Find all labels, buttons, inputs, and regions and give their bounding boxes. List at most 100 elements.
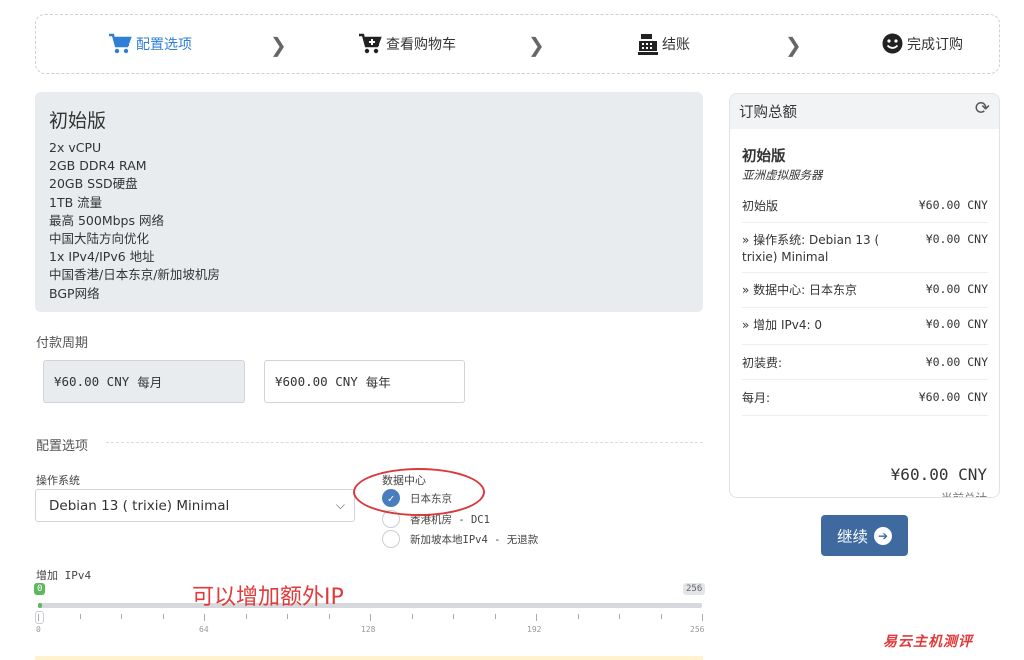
radio-label: 新加坡本地IPv4 - 无退款	[410, 533, 539, 546]
slider-tick	[204, 614, 205, 621]
chevron-right-icon: ❯	[785, 33, 802, 57]
row-divider	[742, 379, 988, 380]
step-view-cart[interactable]: 查看购物车	[358, 33, 456, 55]
section-divider	[106, 442, 703, 443]
row-divider	[742, 222, 988, 223]
summary-row-label: 初装费:	[742, 356, 783, 370]
tick-label: 192	[527, 625, 542, 634]
step-label: 配置选项	[136, 37, 192, 53]
slider-max-badge: 256	[683, 583, 706, 595]
slider-tick	[702, 614, 703, 621]
summary-row-value: ¥0.00 CNY	[925, 282, 988, 296]
slider-min-badge: 0	[34, 583, 46, 595]
slider-tick	[38, 614, 39, 621]
step-label: 完成订购	[907, 36, 963, 53]
datacenter-option-singapore[interactable]: 新加坡本地IPv4 - 无退款	[382, 530, 538, 548]
continue-label: 继续	[836, 527, 868, 546]
billing-price: ¥60.00 CNY	[54, 374, 130, 389]
slider-tick	[163, 614, 164, 619]
continue-button[interactable]: 继续 ➔	[821, 515, 908, 556]
billing-price: ¥600.00 CNY	[275, 374, 358, 389]
slider-tick	[287, 614, 288, 619]
tick-label: 256	[690, 625, 705, 634]
summary-row-label: » 增加 IPv4: 0	[742, 318, 822, 332]
summary-row-value: ¥60.00 CNY	[918, 390, 988, 404]
product-name: 初始版	[49, 110, 107, 132]
feature-item: 1TB 流量	[49, 194, 103, 210]
slider-tick	[578, 614, 579, 619]
step-complete[interactable]: 完成订购	[882, 33, 963, 54]
summary-product-name: 初始版	[742, 149, 786, 165]
feature-item: 1x IPv4/IPv6 地址	[49, 249, 155, 265]
summary-title: 订购总额	[739, 105, 797, 121]
feature-item: 20GB SSD硬盘	[49, 176, 138, 192]
row-divider	[742, 272, 988, 273]
summary-row-label: 初始版	[742, 199, 779, 213]
row-divider	[742, 415, 988, 416]
feature-item: BGP网络	[49, 285, 100, 301]
slider-tick	[121, 614, 122, 619]
ipv4-label: 增加 IPv4	[36, 569, 92, 582]
slider-tick	[412, 614, 413, 619]
feature-item: 2GB DDR4 RAM	[49, 158, 147, 174]
config-section-title: 配置选项	[36, 439, 89, 454]
slider-tick	[80, 614, 81, 619]
ipv4-slider-handle[interactable]	[35, 611, 44, 624]
billing-cycle-label: 付款周期	[36, 336, 89, 351]
slider-tick	[536, 614, 537, 621]
annotation-text: 可以增加额外IP	[192, 585, 344, 610]
total-label: 当前总计	[941, 491, 987, 498]
cash-register-icon	[638, 34, 658, 55]
ipv4-slider-fill	[38, 603, 42, 608]
product-card: 初始版 2x vCPU 2GB DDR4 RAM 20GB SSD硬盘 1TB …	[35, 92, 703, 312]
tick-label: 64	[199, 625, 209, 634]
feature-item: 中国大陆方向优化	[49, 231, 150, 247]
summary-row-value: ¥0.00 CNY	[925, 232, 988, 246]
notice-bar	[35, 656, 703, 660]
billing-option-monthly[interactable]: ¥60.00 CNY 每月	[43, 360, 245, 403]
step-label: 查看购物车	[386, 37, 456, 53]
cart-icon	[109, 33, 132, 54]
total-price: ¥60.00 CNY	[890, 465, 987, 484]
chevron-right-icon: ❯	[270, 33, 287, 57]
slider-tick	[246, 614, 247, 619]
step-checkout[interactable]: 结账	[638, 33, 690, 55]
feature-item: 最高 500Mbps 网络	[49, 212, 164, 228]
slider-tick	[329, 614, 330, 619]
watermark: 易云主机测评	[883, 634, 973, 650]
ipv4-slider-track[interactable]	[38, 603, 702, 608]
checkout-stepper: 配置选项 ❯ 查看购物车 ❯ 结账 ❯ 完成订购	[35, 14, 1000, 74]
slider-tick	[661, 614, 662, 619]
os-select-value: Debian 13 ( trixie) Minimal	[49, 497, 230, 514]
step-configure[interactable]: 配置选项	[108, 33, 192, 55]
order-summary: 订购总额 ⟳ 初始版 亚洲虚拟服务器 初始版 ¥60.00 CNY » 操作系统…	[729, 93, 1000, 498]
summary-row-label: 每月:	[742, 391, 771, 405]
summary-row-value: ¥0.00 CNY	[925, 317, 988, 331]
cart-plus-icon	[359, 33, 382, 54]
row-divider	[742, 344, 988, 345]
row-divider	[742, 307, 988, 308]
slider-tick	[453, 614, 454, 619]
radio-icon[interactable]	[382, 530, 400, 548]
summary-row-value: ¥60.00 CNY	[918, 198, 988, 212]
step-label: 结账	[662, 37, 690, 53]
slider-tick	[370, 614, 371, 621]
billing-option-annually[interactable]: ¥600.00 CNY 每年	[264, 360, 465, 403]
summary-row-value: ¥0.00 CNY	[925, 355, 988, 369]
summary-row-label: » 数据中心: 日本东京	[742, 283, 858, 297]
tick-label: 128	[361, 625, 376, 634]
smile-icon	[882, 33, 903, 54]
feature-item: 中国香港/日本东京/新加坡机房	[49, 267, 220, 283]
tick-label: 0	[36, 625, 41, 634]
slider-tick	[495, 614, 496, 619]
summary-row-label: » 操作系统: Debian 13 ( trixie) Minimal	[742, 233, 880, 264]
arrow-right-icon: ➔	[874, 526, 892, 545]
refresh-icon[interactable]: ⟳	[975, 98, 990, 119]
summary-header: 订购总额 ⟳	[730, 94, 999, 129]
slider-tick	[619, 614, 620, 619]
feature-item: 2x vCPU	[49, 140, 102, 155]
billing-period: 每月	[137, 375, 163, 390]
os-select[interactable]: Debian 13 ( trixie) Minimal ⌵	[35, 489, 355, 522]
summary-product-group: 亚洲虚拟服务器	[742, 168, 823, 182]
highlight-ellipse	[353, 468, 485, 516]
